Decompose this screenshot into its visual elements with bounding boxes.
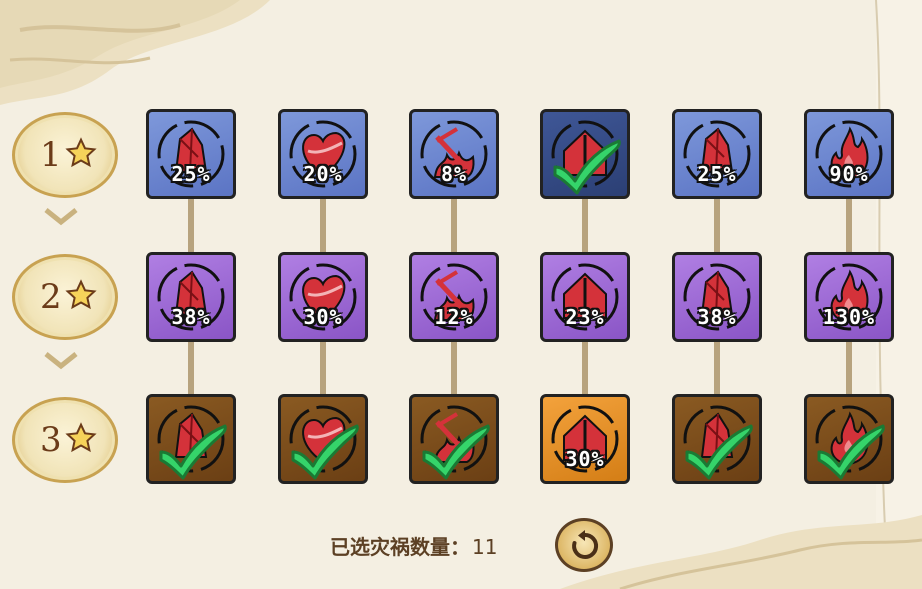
checkmark-icon [159,424,227,480]
level-number: 3 [40,420,62,460]
reset-button[interactable] [555,518,613,572]
calamity-tile[interactable]: 25% [146,109,236,199]
calamity-tile[interactable]: 23% [540,252,630,342]
penalty-percent: 20% [303,162,343,186]
calamity-tile[interactable]: 30% [278,252,368,342]
chevron-down-icon [44,208,78,226]
selected-count-text: 已选灾祸数量： [330,535,470,559]
penalty-percent: 38% [171,305,211,329]
checkmark-icon [817,424,885,480]
penalty-percent: 30% [565,447,605,471]
checkmark-icon [553,139,621,195]
star-icon [65,422,97,453]
calamity-tile[interactable]: 8% [409,109,499,199]
calamity-tile[interactable] [278,394,368,484]
penalty-percent: 12% [434,305,474,329]
star-icon [65,137,97,168]
penalty-percent: 25% [171,162,211,186]
calamity-tile[interactable]: 38% [146,252,236,342]
level-number: 2 [40,277,62,317]
penalty-percent: 23% [565,305,605,329]
calamity-tile[interactable]: 130% [804,252,894,342]
calamity-tile[interactable] [146,394,236,484]
penalty-percent: 38% [697,305,737,329]
calamity-tile[interactable] [409,394,499,484]
penalty-percent: 130% [822,305,876,329]
level-badge-3: 3 [12,397,118,483]
calamity-tile[interactable]: 30% [540,394,630,484]
calamity-tile[interactable] [672,394,762,484]
chevron-down-icon [44,352,78,370]
selected-count-label: 已选灾祸数量： 11 [330,531,497,560]
calamity-tile[interactable]: 38% [672,252,762,342]
level-badge-1: 1 [12,112,118,198]
penalty-percent: 8% [440,162,468,186]
penalty-percent: 90% [829,162,869,186]
calamity-tile[interactable] [804,394,894,484]
level-number: 1 [40,135,62,175]
checkmark-icon [291,424,359,480]
calamity-tile[interactable]: 12% [409,252,499,342]
calamity-tile[interactable]: 25% [672,109,762,199]
checkmark-icon [685,424,753,480]
penalty-percent: 25% [697,162,737,186]
checkmark-icon [422,424,490,480]
reset-icon [572,530,599,559]
penalty-percent: 30% [303,305,343,329]
calamity-tile[interactable]: 90% [804,109,894,199]
calamity-tile[interactable] [540,109,630,199]
calamity-tile[interactable]: 20% [278,109,368,199]
level-badge-2: 2 [12,254,118,340]
star-icon [65,279,97,310]
selected-count-value: 11 [472,535,498,559]
